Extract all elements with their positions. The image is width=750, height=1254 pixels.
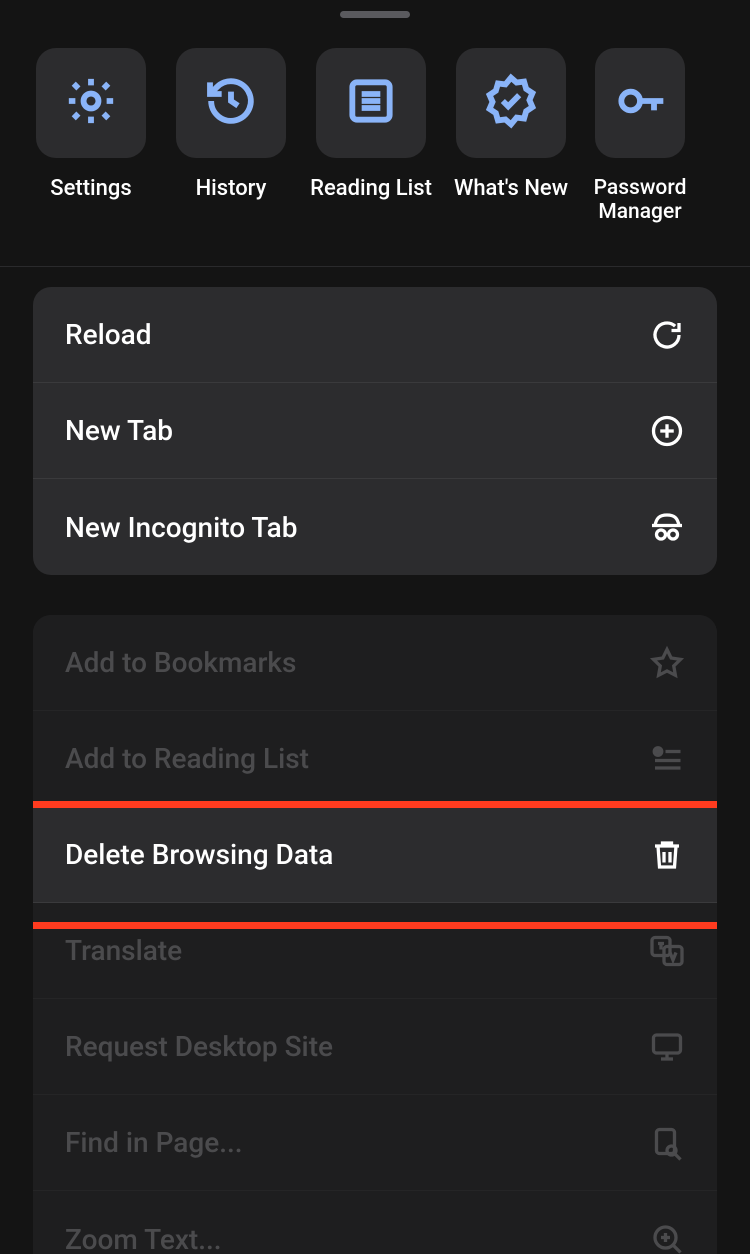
row-label: Delete Browsing Data bbox=[65, 838, 333, 871]
row-label: New Tab bbox=[65, 414, 173, 447]
shortcut-label: Settings bbox=[50, 176, 131, 201]
row-label: New Incognito Tab bbox=[65, 511, 298, 544]
history-tile bbox=[176, 48, 286, 158]
row-reload[interactable]: Reload bbox=[33, 287, 717, 383]
row-label: Find in Page... bbox=[65, 1126, 243, 1159]
desktop-icon bbox=[649, 1029, 685, 1065]
row-translate[interactable]: Translate bbox=[33, 903, 717, 999]
sheet-grabber[interactable] bbox=[340, 11, 410, 18]
row-label: Request Desktop Site bbox=[65, 1030, 333, 1063]
row-find-in-page[interactable]: Find in Page... bbox=[33, 1095, 717, 1191]
row-new-tab[interactable]: New Tab bbox=[33, 383, 717, 479]
zoom-in-icon bbox=[649, 1221, 685, 1254]
row-request-desktop-site[interactable]: Request Desktop Site bbox=[33, 999, 717, 1095]
reading-list-tile bbox=[316, 48, 426, 158]
reload-icon bbox=[649, 317, 685, 353]
shortcut-reading-list[interactable]: Reading List bbox=[315, 48, 427, 224]
section-divider bbox=[0, 266, 750, 267]
star-icon bbox=[649, 645, 685, 681]
plus-circle-icon bbox=[649, 413, 685, 449]
add-reading-list-icon bbox=[649, 741, 685, 777]
row-label: Reload bbox=[65, 318, 152, 351]
password-tile bbox=[595, 48, 685, 158]
row-add-bookmarks[interactable]: Add to Bookmarks bbox=[33, 615, 717, 711]
gear-icon bbox=[63, 73, 119, 133]
shortcut-history[interactable]: History bbox=[175, 48, 287, 224]
shortcut-label: What's New bbox=[454, 176, 568, 201]
history-icon bbox=[203, 73, 259, 133]
shortcut-label: Reading List bbox=[310, 176, 432, 201]
shortcut-label: History bbox=[196, 176, 267, 201]
trash-icon bbox=[649, 837, 685, 873]
whats-new-tile bbox=[456, 48, 566, 158]
translate-icon bbox=[649, 933, 685, 969]
reading-list-icon bbox=[343, 73, 399, 133]
action-group-2: Add to Bookmarks Add to Reading List Del… bbox=[33, 615, 717, 1254]
badge-check-icon bbox=[483, 73, 539, 133]
shortcut-label: PasswordManager bbox=[594, 176, 687, 224]
row-label: Add to Bookmarks bbox=[65, 646, 296, 679]
row-label: Add to Reading List bbox=[65, 742, 309, 775]
row-delete-browsing-data[interactable]: Delete Browsing Data bbox=[33, 807, 717, 903]
shortcut-password-manager[interactable]: PasswordManager bbox=[595, 48, 685, 224]
shortcut-settings[interactable]: Settings bbox=[35, 48, 147, 224]
row-add-reading-list[interactable]: Add to Reading List bbox=[33, 711, 717, 807]
row-label: Zoom Text... bbox=[65, 1223, 222, 1254]
shortcut-whats-new[interactable]: What's New bbox=[455, 48, 567, 224]
incognito-icon bbox=[649, 509, 685, 545]
row-new-incognito-tab[interactable]: New Incognito Tab bbox=[33, 479, 717, 575]
row-zoom-text[interactable]: Zoom Text... bbox=[33, 1191, 717, 1254]
key-icon bbox=[612, 73, 668, 133]
find-in-page-icon bbox=[649, 1125, 685, 1161]
action-group-1: Reload New Tab New Incognito Tab bbox=[33, 287, 717, 575]
settings-tile bbox=[36, 48, 146, 158]
row-label: Translate bbox=[65, 934, 182, 967]
shortcut-row: Settings History Reading List What's New bbox=[0, 18, 750, 224]
